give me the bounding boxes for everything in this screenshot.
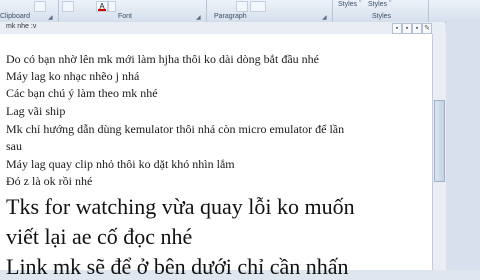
font-color-dropdown[interactable] (108, 1, 116, 12)
doc-line-3: Các bạn chú ý làm theo mk nhé (6, 86, 158, 100)
styles-group: Styles ˇ Styles ˇ Styles (332, 0, 429, 22)
shading-button[interactable] (236, 1, 248, 12)
ruler-tool-4[interactable]: ✎ (422, 23, 432, 34)
styles-group-label: Styles (372, 13, 392, 20)
doc-line-2: Máy lag ko nhạc nhẽo j nhá (6, 69, 140, 83)
doc-line-4: Lag vãi ship (6, 104, 66, 118)
clipboard-launcher-icon[interactable]: ◢ (48, 14, 53, 21)
change-styles-button[interactable]: Styles ˇ (368, 1, 391, 8)
cut-off-text: mk nhe :v (6, 23, 37, 30)
font-color-swatch (98, 9, 106, 11)
doc-line-5: Mk chỉ hướng dẫn dùng kemulator thôi nhá… (6, 122, 345, 136)
document-page[interactable]: Do có bạn nhờ lên mk mới làm hjha thôi k… (0, 34, 432, 279)
doc-big-line-1: Tks for watching vừa quay lỗi ko muốn (6, 194, 355, 219)
doc-big-line-3: Link mk sẽ để ở bên dưới chỉ cần nhấn (6, 254, 349, 279)
ruler-tool-3[interactable]: ▪ (412, 23, 422, 34)
paragraph-group-label: Paragraph (214, 13, 247, 20)
quick-styles-button[interactable]: Styles ˇ (338, 1, 361, 8)
ruler-tool-1[interactable]: ▪ (392, 23, 402, 34)
clipboard-group-label: Clipboard (0, 13, 30, 20)
scrollbar-thumb[interactable] (434, 100, 445, 182)
format-painter-button[interactable] (34, 1, 46, 12)
doc-line-7: Máy lag quay clip nhỏ thôi ko dặt khó nh… (6, 157, 235, 171)
paragraph-group: Paragraph ◢ (206, 0, 333, 22)
doc-line-1: Do có bạn nhờ lên mk mới làm hjha thôi k… (6, 52, 319, 66)
window-background (446, 22, 480, 270)
doc-line-6: sau (6, 139, 22, 153)
font-color-button[interactable]: A (96, 1, 108, 12)
clipboard-group: Clipboard ◢ (0, 0, 59, 22)
doc-line-8: Đó z là ok rồi nhé (6, 174, 93, 188)
font-group: A Font ◢ (58, 0, 207, 22)
vertical-scrollbar[interactable] (432, 34, 446, 270)
font-launcher-icon[interactable]: ◢ (196, 14, 201, 21)
font-group-label: Font (118, 13, 133, 20)
text-highlight-button[interactable] (62, 1, 74, 12)
ribbon: Clipboard ◢ A Font ◢ Paragraph ◢ Styles … (0, 0, 480, 23)
paragraph-launcher-icon[interactable]: ◢ (322, 14, 327, 21)
doc-big-line-2: viết lại ae cố đọc nhé (6, 224, 193, 249)
borders-button[interactable] (250, 1, 266, 12)
ruler-tool-2[interactable]: ▪ (402, 23, 412, 34)
